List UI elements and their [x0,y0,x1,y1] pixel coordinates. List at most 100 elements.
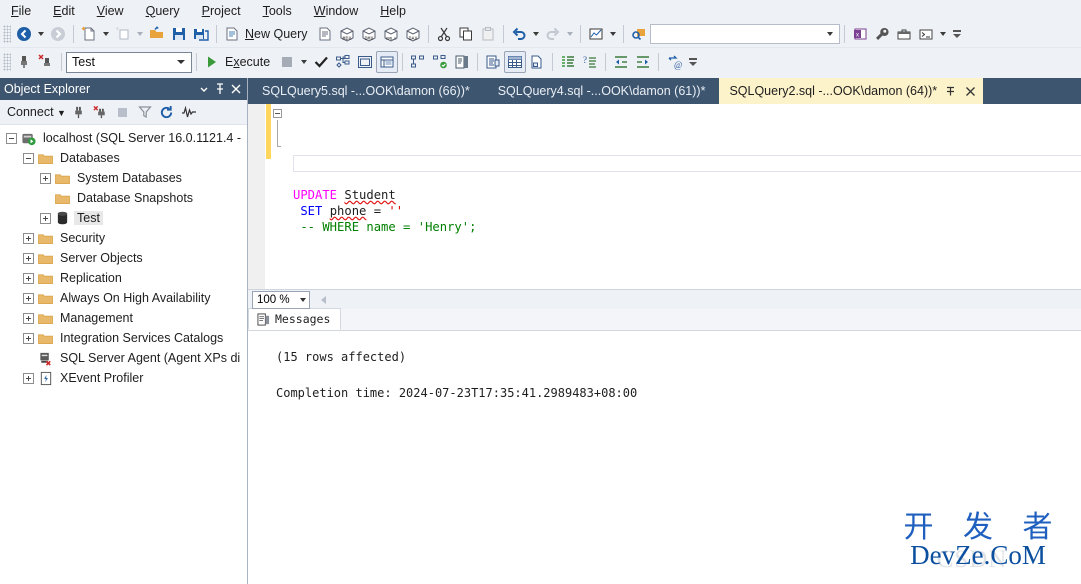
messages-output[interactable]: (15 rows affected) Completion time: 2024… [248,331,1081,584]
xmla-query-icon[interactable]: XMLA [380,23,402,45]
chevron-down-icon[interactable] [174,53,188,72]
new-project-icon[interactable] [112,23,134,45]
new-file-dropdown[interactable] [100,23,112,45]
toolbox-icon[interactable] [893,23,915,45]
menu-item-project[interactable]: Project [191,2,252,20]
stop-icon[interactable] [112,101,134,123]
mdx-query-icon[interactable]: MDX [336,23,358,45]
scroll-left-icon[interactable] [316,292,330,308]
results-to-grid-selected-icon[interactable] [376,51,399,73]
connect-icon[interactable] [13,51,35,73]
activity-monitor-icon[interactable] [585,23,607,45]
pin-icon[interactable] [212,80,228,98]
increase-indent-icon[interactable] [632,51,654,73]
menu-item-query[interactable]: Query [135,2,191,20]
expand-icon[interactable] [23,252,34,264]
redo-dropdown[interactable] [564,23,576,45]
save-all-icon[interactable] [190,23,212,45]
connect-icon[interactable] [68,101,90,123]
database-selector[interactable]: Test [66,51,192,73]
refresh-icon[interactable] [156,101,178,123]
include-actual-plan-icon[interactable] [407,51,429,73]
expand-icon[interactable] [23,232,34,244]
tab-messages[interactable]: Messages [248,308,342,330]
toolbar-overflow-button[interactable] [687,51,699,73]
menu-item-edit[interactable]: Edit [42,2,86,20]
tree-node[interactable]: Security [0,228,247,248]
menu-item-file[interactable]: FFileile [0,2,42,20]
chevron-down-icon[interactable] [300,292,306,308]
tree-node[interactable]: Test [0,208,247,228]
decrease-indent-icon[interactable] [610,51,632,73]
tree-node[interactable]: Server Objects [0,248,247,268]
undo-dropdown[interactable] [530,23,542,45]
close-icon[interactable] [228,80,244,98]
pin-icon[interactable] [943,82,957,100]
new-project-dropdown[interactable] [134,23,146,45]
toolbar-overflow-button[interactable] [951,23,963,45]
sql-editor[interactable]: UPDATE Student SET phone = '' -- WHERE n… [248,104,1081,289]
collapse-region-icon[interactable] [273,109,282,118]
activity-monitor-dropdown[interactable] [607,23,619,45]
execute-button[interactable]: Execute [223,55,276,69]
expand-icon[interactable] [23,272,34,284]
toolbar-grip[interactable] [3,53,11,71]
new-file-icon[interactable] [78,23,100,45]
tree-node[interactable]: Always On High Availability [0,288,247,308]
tree-node[interactable]: localhost (SQL Server 16.0.1121.4 - [0,128,247,148]
expand-icon[interactable] [23,312,34,324]
editor-horizontal-scrollbar[interactable] [316,291,1081,308]
toolbar-grip[interactable] [3,25,11,43]
tree-node[interactable]: Replication [0,268,247,288]
undo-icon[interactable] [508,23,530,45]
dax-query-icon[interactable]: DAX [402,23,424,45]
cut-icon[interactable] [433,23,455,45]
expand-icon[interactable] [23,372,34,384]
tree-node[interactable]: SQL Server Agent (Agent XPs di [0,348,247,368]
editor-tab[interactable]: SQLQuery4.sql -...OOK\damon (61))* [484,78,720,104]
menu-item-window[interactable]: Window [303,2,369,20]
save-icon[interactable] [168,23,190,45]
open-file-icon[interactable] [146,23,168,45]
excel-icon[interactable]: x [849,23,871,45]
expand-icon[interactable] [40,212,51,224]
debug-dropdown[interactable] [298,51,310,73]
activity-icon[interactable] [178,101,200,123]
uncomment-icon[interactable]: ? [579,51,601,73]
new-query-icon[interactable] [221,23,243,45]
editor-tab[interactable]: SQLQuery2.sql -...OOK\damon (64))* [719,78,984,104]
tree-node[interactable]: Integration Services Catalogs [0,328,247,348]
close-icon[interactable] [963,82,977,100]
tree-node[interactable]: XEvent Profiler [0,368,247,388]
command-prompt-dropdown[interactable] [937,23,949,45]
expand-icon[interactable] [40,172,51,184]
wrench-icon[interactable] [871,23,893,45]
filter-icon[interactable] [134,101,156,123]
execute-play-icon[interactable] [201,51,223,73]
display-estimated-plan-icon[interactable] [332,51,354,73]
collapse-icon[interactable] [6,132,17,144]
object-explorer-tree[interactable]: localhost (SQL Server 16.0.1121.4 - Datab… [0,125,247,584]
results-to-file-icon[interactable] [526,51,548,73]
parse-check-icon[interactable] [310,51,332,73]
stop-icon[interactable] [276,51,298,73]
tree-node[interactable]: Management [0,308,247,328]
navigate-forward-icon[interactable] [47,23,69,45]
menu-item-help[interactable]: Help [369,2,417,20]
collapse-icon[interactable] [23,152,34,164]
specify-values-icon[interactable]: @ [663,51,685,73]
tree-node[interactable]: System Databases [0,168,247,188]
connect-dropdown-button[interactable]: Connect ▼ [4,103,68,121]
new-analysis-query-icon[interactable] [314,23,336,45]
results-to-grid-icon[interactable] [504,51,527,73]
disconnect-icon[interactable] [35,51,57,73]
paste-icon[interactable] [477,23,499,45]
comment-icon[interactable] [557,51,579,73]
quick-launch-search[interactable] [649,24,840,44]
search-input[interactable] [650,26,819,42]
editor-zoom-selector[interactable]: 100 % [252,290,310,309]
editor-tab[interactable]: SQLQuery5.sql -...OOK\damon (66))* [248,78,484,104]
navigate-back-icon[interactable] [13,23,35,45]
dmx-query-icon[interactable]: DMX [358,23,380,45]
tree-node[interactable]: Databases [0,148,247,168]
